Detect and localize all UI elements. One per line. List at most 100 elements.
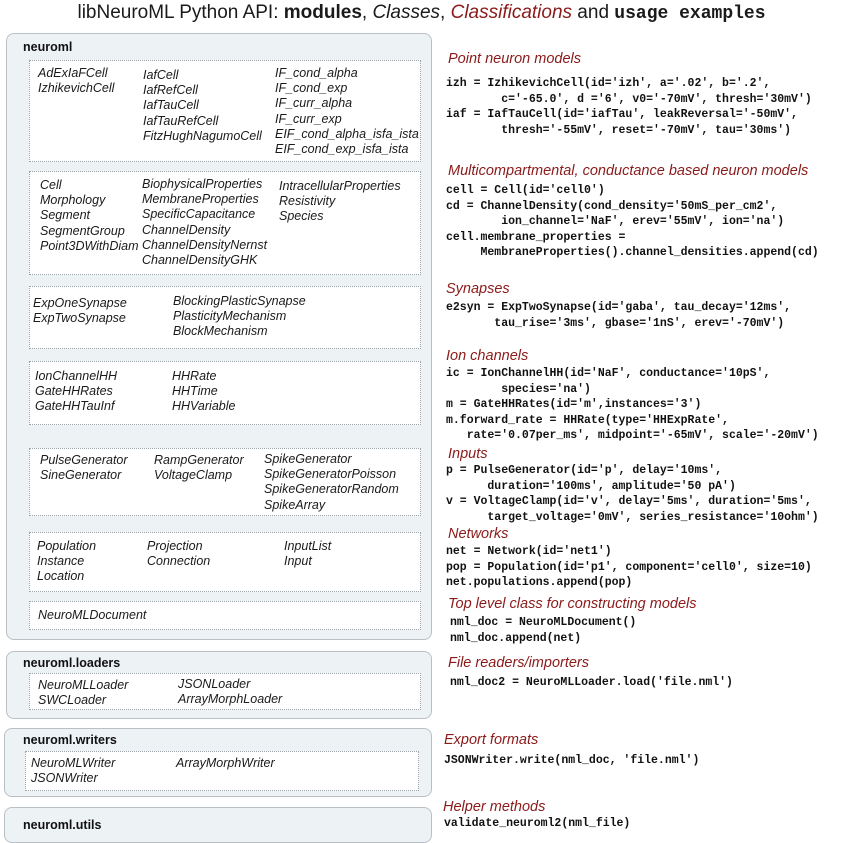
class-name: IzhikevichCell xyxy=(38,81,115,96)
module-neuroml-writers: neuroml.writers NeuroMLWriter JSONWriter … xyxy=(4,728,432,797)
class-name: Resistivity xyxy=(279,194,336,209)
class-column: ExpOneSynapse ExpTwoSynapse xyxy=(33,296,127,326)
class-name: PulseGenerator xyxy=(40,453,128,467)
class-name: JSONWriter xyxy=(31,771,98,786)
class-name: IafTauRefCell xyxy=(143,113,219,128)
group-writers: NeuroMLWriter JSONWriter ArrayMorphWriter xyxy=(25,751,419,791)
class-name: SpikeArray xyxy=(264,497,326,512)
class-name: EIF_cond_exp_isfa_ista xyxy=(275,141,409,156)
example-ion-channels: Ion channels ic = IonChannelHH(id='NaF',… xyxy=(446,348,819,444)
module-neuroml: neuroml AdExIaFCell IzhikevichCell IafCel… xyxy=(6,33,432,640)
class-name: EIF_cond_alpha_isfa_ista xyxy=(275,126,419,141)
class-column: RampGenerator VoltageClamp xyxy=(154,453,244,483)
group-top-level: NeuroMLDocument xyxy=(29,601,421,630)
class-name: SegmentGroup xyxy=(40,223,125,238)
class-name: RampGenerator xyxy=(154,453,244,467)
class-column: IF_cond_alpha IF_cond_exp IF_curr_alpha IF_… xyxy=(275,66,419,157)
class-name: IafCell xyxy=(143,68,179,82)
group-networks: Population Instance Location Projection Con… xyxy=(29,532,421,592)
class-column: NeuroMLWriter JSONWriter xyxy=(31,756,115,786)
class-column: NeuroMLDocument xyxy=(38,608,146,623)
class-name: Input xyxy=(284,554,312,569)
class-name: Cell xyxy=(40,178,62,192)
class-column: SpikeGenerator SpikeGeneratorPoisson Spike… xyxy=(264,452,399,513)
class-name: Morphology xyxy=(40,193,106,208)
class-name: NeuroMLDocument xyxy=(38,608,147,622)
class-name: Population xyxy=(37,539,97,553)
class-name: ChannelDensityGHK xyxy=(142,252,258,267)
classification-title: Multicompartmental, conductance based ne… xyxy=(448,163,809,179)
class-name: GateHHRates xyxy=(35,384,113,399)
example-inputs: Inputs p = PulseGenerator(id='p', delay=… xyxy=(446,446,819,525)
title-usage: usage examples xyxy=(614,4,766,24)
example-helper-methods: Helper methods validate_neuroml2(nml_fil… xyxy=(443,799,630,832)
code-example: nml_doc2 = NeuroMLLoader.load('file.nml'… xyxy=(450,676,733,689)
class-name: Segment xyxy=(40,208,91,223)
class-column: IonChannelHH GateHHRates GateHHTauInf xyxy=(35,369,117,415)
class-name: AdExIaFCell xyxy=(38,66,108,80)
class-name: HHRate xyxy=(172,369,217,383)
class-name: SpecificCapacitance xyxy=(142,207,256,222)
class-name: IF_cond_alpha xyxy=(275,66,358,80)
module-title: neuroml.writers xyxy=(23,733,117,747)
code-example: ic = IonChannelHH(id='NaF', conductance=… xyxy=(446,367,819,443)
class-column: JSONLoader ArrayMorphLoader xyxy=(178,677,282,707)
class-name: BiophysicalProperties xyxy=(142,177,263,191)
code-example: izh = IzhikevichCell(id='izh', a='.02', … xyxy=(446,77,812,137)
example-point-neurons: Point neuron models izh = IzhikevichCell… xyxy=(446,51,812,138)
classification-title: Ion channels xyxy=(446,348,529,364)
class-name: BlockingPlasticSynapse xyxy=(173,294,306,308)
class-column: Projection Connection xyxy=(147,539,210,569)
group-ion-channels: IonChannelHH GateHHRates GateHHTauInf HHRa… xyxy=(29,361,421,425)
class-name: ExpTwoSynapse xyxy=(33,311,126,326)
classification-title: Helper methods xyxy=(443,799,546,815)
class-name: VoltageClamp xyxy=(154,468,233,483)
example-networks: Networks net = Network(id='net1') pop = … xyxy=(446,526,812,591)
class-name: GateHHTauInf xyxy=(35,399,115,414)
group-loaders: NeuroMLLoader SWCLoader JSONLoader ArrayMo… xyxy=(29,673,421,710)
class-name: IF_curr_alpha xyxy=(275,96,353,111)
class-name: ArrayMorphLoader xyxy=(178,692,283,707)
code-example: nml_doc = NeuroMLDocument() nml_doc.appe… xyxy=(450,616,637,645)
classification-title: Synapses xyxy=(446,281,510,297)
group-multicompartmental: Cell Morphology Segment SegmentGroup Point3D… xyxy=(29,171,421,275)
class-column: AdExIaFCell IzhikevichCell xyxy=(38,66,114,96)
class-name: Projection xyxy=(147,539,203,553)
code-example: e2syn = ExpTwoSynapse(id='gaba', tau_dec… xyxy=(446,301,792,330)
title-classifications: Classifications xyxy=(450,2,573,23)
title-and: and xyxy=(572,2,615,23)
class-name: FitzHughNagumoCell xyxy=(143,128,262,143)
example-synapses: Synapses e2syn = ExpTwoSynapse(id='gaba'… xyxy=(446,281,791,331)
class-column: BlockingPlasticSynapse PlasticityMechanis… xyxy=(173,294,306,340)
class-column: Population Instance Location xyxy=(37,539,96,585)
group-point-neurons: AdExIaFCell IzhikevichCell IafCell IafRefC… xyxy=(29,60,421,162)
module-title: neuroml.loaders xyxy=(23,656,121,670)
code-example: validate_neuroml2(nml_file) xyxy=(444,817,631,830)
example-file-readers: File readers/importers nml_doc2 = NeuroM… xyxy=(448,655,733,691)
class-column: IafCell IafRefCell IafTauCell IafTauRefCell… xyxy=(143,68,262,144)
example-top-level: Top level class for constructing models … xyxy=(448,596,697,646)
class-column: ArrayMorphWriter xyxy=(176,756,275,771)
class-column: IntracellularProperties Resistivity Specie… xyxy=(279,179,401,225)
class-name: IF_curr_exp xyxy=(275,111,342,126)
class-name: SpikeGeneratorRandom xyxy=(264,482,399,497)
figure-title: libNeuroML Python API: modules, Classes,… xyxy=(0,2,843,24)
class-name: JSONLoader xyxy=(178,677,251,691)
class-name: InputList xyxy=(284,539,332,553)
class-name: IonChannelHH xyxy=(35,369,117,383)
classification-title: Point neuron models xyxy=(448,51,581,67)
class-name: IF_cond_exp xyxy=(275,81,348,96)
classification-title: Top level class for constructing models xyxy=(448,596,697,612)
code-example: net = Network(id='net1') pop = Populatio… xyxy=(446,545,812,590)
class-name: Point3DWithDiam xyxy=(40,238,139,253)
module-title: neuroml.utils xyxy=(23,818,102,832)
class-name: SpikeGenerator xyxy=(264,452,352,466)
group-inputs: PulseGenerator SineGenerator RampGenerato… xyxy=(29,448,421,516)
class-name: ArrayMorphWriter xyxy=(176,756,275,770)
class-name: NeuroMLWriter xyxy=(31,756,116,770)
class-name: Connection xyxy=(147,554,211,569)
class-name: ChannelDensityNernst xyxy=(142,237,268,252)
classification-title: Networks xyxy=(448,526,509,542)
title-prefix: libNeuroML Python API: xyxy=(77,2,284,23)
class-name: PlasticityMechanism xyxy=(173,309,287,324)
